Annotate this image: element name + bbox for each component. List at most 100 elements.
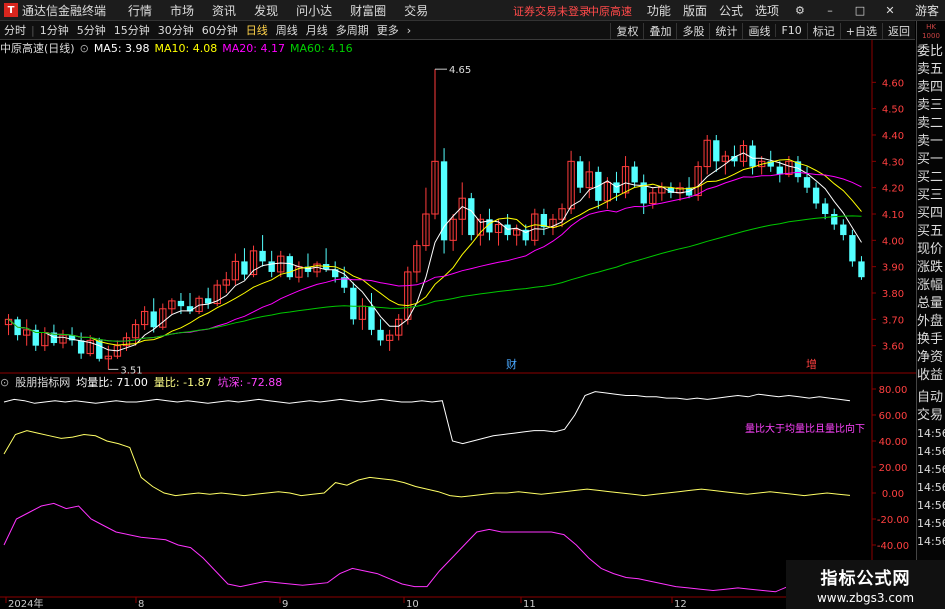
panel-label: 外盘 [917, 314, 944, 329]
x-tick-label: 2024年 [8, 597, 43, 609]
panel-label: 卖四 [917, 80, 944, 95]
candle-body [631, 166, 638, 183]
ind-tick-label: 40.00 [879, 437, 908, 448]
candle-body [776, 166, 783, 175]
panel-label: 收益 [917, 368, 944, 383]
ma10-label: MA10: 4.08 [154, 41, 218, 55]
event-marker-zeng: 增 [806, 357, 817, 371]
panel-label: 14:56 [917, 517, 945, 530]
panel-label: 14:56 [917, 481, 945, 494]
ind-tick-label: -20.00 [877, 515, 909, 526]
kc-line [3, 502, 851, 593]
chevron-down-icon[interactable]: ⊙ [80, 42, 89, 55]
candle-body [749, 145, 756, 167]
candle-body [241, 261, 248, 275]
panel-label: 涨跌 [917, 260, 944, 275]
ind-tick-label: 80.00 [879, 385, 908, 396]
candle-body [803, 177, 811, 188]
panel-label: 买五 [917, 224, 944, 239]
candle-body [150, 311, 157, 328]
candle-body [812, 187, 820, 204]
guest-label[interactable]: 游客 [915, 2, 939, 19]
price-tick-label: 4.10 [882, 210, 904, 221]
candle-body [858, 261, 865, 278]
candle-body [268, 261, 275, 272]
candle-body [286, 256, 293, 278]
app-window: { "app":{"title":"通达信金融终端","menus":["行情"… [0, 0, 945, 609]
candle-body [468, 198, 475, 236]
price-tick-label: 4.40 [882, 131, 904, 142]
watermark-url: www.zbgs3.com [816, 591, 915, 605]
panel-label: 交易 [917, 408, 944, 423]
ma20-label: MA20: 4.17 [222, 41, 285, 55]
panel-label: 14:56 [917, 535, 945, 548]
panel-label: 委比 [917, 44, 944, 59]
panel-label: 14:56 [917, 499, 945, 512]
ma-info-bar: 中原高速(日线) ⊙ MA5: 3.98 MA10: 4.08 MA20: 4.… [0, 40, 358, 56]
panel-label: 14:56 [917, 427, 945, 440]
site-watermark: 指标公式网 www.zbgs3.com [786, 560, 945, 609]
candle-body [77, 340, 85, 354]
price-tick-label: 4.50 [882, 105, 904, 116]
candle-body [577, 161, 584, 188]
candle-body [204, 298, 212, 304]
candle-body [831, 214, 838, 225]
candle-body [821, 203, 829, 214]
indicator-annotation: 量比大于均量比且量比向下 [745, 422, 865, 435]
candle-body [613, 182, 620, 193]
jlb-line [3, 391, 851, 445]
watermark-title: 指标公式网 [820, 569, 911, 589]
ind-tick-label: -40.00 [877, 541, 909, 552]
candle-body [440, 161, 448, 241]
ind-tick-label: 20.00 [879, 463, 908, 474]
candle-body [96, 340, 103, 359]
x-tick-label: 11 [523, 599, 536, 609]
panel-label: 换手 [917, 332, 944, 347]
quote-side-panel: HK 1000 委比卖五卖四卖三卖二卖一买一买二买三买四买五现价涨跌涨幅总量外盘… [916, 21, 945, 609]
price-tick-label: 4.30 [882, 157, 904, 168]
lb-line [3, 430, 851, 498]
price-tick-label: 3.60 [882, 342, 904, 353]
x-tick-label: 9 [282, 599, 288, 609]
candle-body [849, 235, 856, 262]
ind-tick-label: 0.00 [882, 489, 904, 500]
panel-label: 净资 [917, 350, 944, 365]
candle-body [177, 300, 185, 307]
price-tick-label: 4.20 [882, 184, 904, 195]
price-tick-label: 3.80 [882, 289, 904, 300]
kline-chart[interactable]: 4.60 4.50 4.40 4.30 4.20 4.10 4.00 3.90 3.80 3.70… [0, 0, 916, 609]
panel-label: 现价 [917, 242, 944, 257]
x-tick-label: 8 [138, 599, 144, 609]
panel-label: 买三 [917, 188, 944, 203]
price-tick-label: 4.60 [882, 78, 904, 89]
ma60-label: MA60: 4.16 [289, 41, 353, 55]
candle-body [377, 329, 384, 341]
candle-body [350, 287, 357, 320]
indicator-toggle-icon[interactable]: ⊙ [0, 376, 9, 389]
panel-label: 买一 [917, 152, 944, 167]
indicator-kc: 坑深: -72.88 [217, 376, 283, 389]
panel-header: HK 1000 [922, 23, 940, 40]
stock-title: 中原高速(日线) [0, 42, 75, 55]
ma5-label: MA5: 3.98 [93, 41, 150, 55]
indicator-jlb: 均量比: 71.00 [76, 376, 148, 389]
indicator-lb: 量比: -1.87 [153, 376, 212, 389]
event-marker-cai: 财 [506, 357, 517, 371]
indicator-info-bar: ⊙ 股朋指标网 均量比: 71.00 量比: -1.87 坑深: -72.88 [0, 374, 288, 390]
panel-label: 买二 [917, 170, 944, 185]
panel-label: 总量 [917, 296, 944, 311]
indicator-name[interactable]: 股朋指标网 [15, 374, 70, 390]
panel-label: 卖三 [917, 98, 944, 113]
candle-body [840, 224, 847, 236]
x-tick-label: 10 [406, 599, 419, 609]
price-tick-label: 3.70 [882, 315, 904, 326]
x-tick-label: 12 [674, 599, 687, 609]
price-tick-label: 3.90 [882, 263, 904, 274]
price-tick-label: 4.00 [882, 236, 904, 247]
panel-label: 卖一 [917, 134, 944, 149]
panel-label: 卖五 [917, 62, 944, 77]
panel-label: 14:56 [917, 463, 945, 476]
panel-label: 买四 [917, 206, 944, 221]
panel-label: 卖二 [917, 116, 944, 131]
panel-label: 涨幅 [917, 278, 944, 293]
